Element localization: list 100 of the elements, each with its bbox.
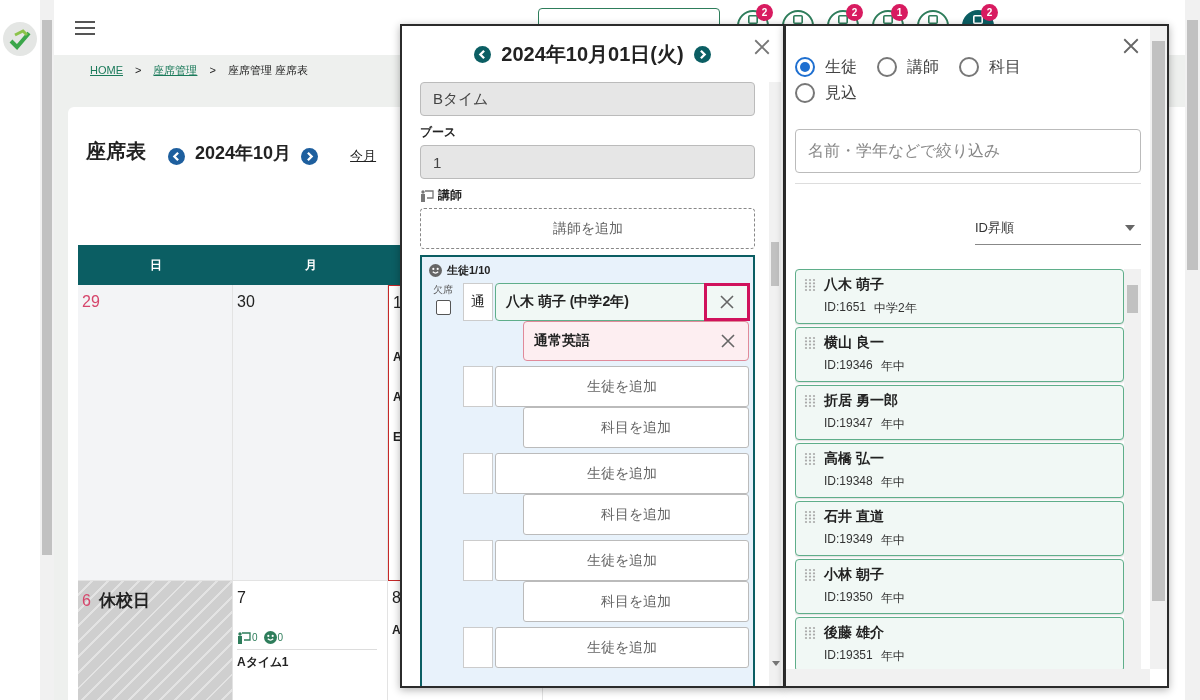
drag-handle-icon[interactable]: [804, 626, 816, 640]
subject-chip[interactable]: 通常英語: [523, 321, 749, 361]
add-teacher-button[interactable]: 講師を追加: [420, 208, 755, 249]
month-label: 2024年10月: [195, 142, 292, 165]
radio-button[interactable]: [795, 57, 815, 77]
time-slot-field[interactable]: Bタイム: [420, 82, 755, 116]
slot-text: A: [392, 623, 402, 637]
drag-handle-icon[interactable]: [804, 394, 816, 408]
dropdown-arrow-icon: [1125, 225, 1135, 231]
radio-button[interactable]: [959, 57, 979, 77]
day-number: 30: [237, 293, 255, 311]
drag-handle-icon[interactable]: [804, 278, 816, 292]
field-label: ブース: [420, 124, 457, 141]
student-card[interactable]: 石井 直道 ID:19349 年中: [795, 501, 1124, 556]
slot-text: E: [393, 430, 402, 444]
drag-handle-icon[interactable]: [804, 336, 816, 350]
breadcrumb-current: 座席管理 座席表: [227, 62, 308, 78]
calendar-cell[interactable]: 30: [233, 285, 388, 581]
radio-label[interactable]: 生徒: [825, 56, 857, 78]
add-subject-button[interactable]: 科目を追加: [523, 407, 749, 448]
student-name: 折居 勇一郎: [824, 392, 898, 410]
count-badge: 2: [756, 4, 773, 21]
count-badge: 1: [891, 4, 908, 21]
seat-type-box: [463, 453, 493, 494]
this-month-link[interactable]: 今月: [350, 147, 377, 165]
student-grade: 年中: [880, 590, 905, 607]
search-field[interactable]: 名前・学年などで絞り込み: [795, 129, 1141, 173]
student-name: 石井 直道: [824, 508, 884, 526]
seat-type-box: [463, 366, 493, 407]
add-subject-button[interactable]: 科目を追加: [523, 581, 749, 622]
radio-label[interactable]: 見込: [825, 82, 857, 104]
student-grade: 年中: [880, 648, 905, 665]
student-grade: 年中: [880, 474, 905, 491]
menu-icon[interactable]: [74, 19, 96, 36]
student-card[interactable]: 小林 朝子 ID:19350 年中: [795, 559, 1124, 614]
add-subject-button[interactable]: 科目を追加: [523, 494, 749, 535]
sort-dropdown[interactable]: ID昇順: [975, 212, 1141, 245]
scrollbar-thumb[interactable]: [1127, 285, 1138, 313]
radio-label[interactable]: 講師: [907, 56, 939, 78]
radio-button[interactable]: [877, 57, 897, 77]
student-id: ID:19350: [824, 590, 873, 606]
scrollbar-thumb[interactable]: [771, 242, 779, 286]
previous-icon[interactable]: [168, 148, 185, 165]
logo-icon[interactable]: [3, 22, 37, 56]
scrollbar-thumb[interactable]: [1152, 41, 1165, 601]
day-number: 29: [82, 293, 100, 311]
booth-field[interactable]: 1: [420, 145, 755, 179]
radio-label[interactable]: 科目: [989, 56, 1021, 78]
date-title: 2024年10月01日(火): [501, 41, 684, 67]
student-name: 八木 萌子 (中学2年): [506, 293, 629, 311]
next-icon[interactable]: [301, 148, 319, 165]
day-number: 1: [393, 294, 402, 312]
student-card[interactable]: 後藤 雄介 ID:19351 年中: [795, 617, 1124, 669]
add-student-button[interactable]: 生徒を追加: [495, 366, 749, 407]
student-card[interactable]: 折居 勇一郎 ID:19347 年中: [795, 385, 1124, 440]
calendar-cell[interactable]: 29: [78, 285, 233, 581]
previous-icon[interactable]: [474, 45, 492, 63]
count-badge: 2: [981, 4, 998, 21]
remove-button[interactable]: [704, 283, 750, 321]
absent-checkbox[interactable]: [435, 300, 451, 315]
count-badge: 2: [846, 4, 863, 21]
down-arrow-icon[interactable]: [772, 661, 780, 666]
horizontal-scrollbar[interactable]: [786, 669, 1150, 686]
drag-handle-icon[interactable]: [804, 452, 816, 466]
drag-handle-icon[interactable]: [804, 568, 816, 582]
add-student-button[interactable]: 生徒を追加: [495, 540, 749, 581]
next-icon[interactable]: [693, 45, 711, 63]
holiday-label: 休校日: [98, 590, 150, 612]
field-label: 講師: [438, 187, 462, 204]
scrollbar[interactable]: [769, 82, 781, 686]
student-card[interactable]: 横山 良一 ID:19346 年中: [795, 327, 1124, 382]
seat-type-box: [463, 540, 493, 581]
student-card[interactable]: 八木 萌子 ID:1651 中学2年: [795, 269, 1124, 324]
teacher-icon: [420, 189, 434, 202]
close-icon[interactable]: [1122, 37, 1140, 55]
drag-handle-icon[interactable]: [804, 510, 816, 524]
absent-label: 欠席: [433, 283, 453, 297]
close-icon[interactable]: [720, 333, 736, 349]
breadcrumb-link[interactable]: 座席管理: [153, 62, 198, 78]
section-label: 生徒1/10: [447, 263, 491, 278]
calendar-cell[interactable]: 6 休校日: [78, 581, 233, 700]
student-count: 0: [277, 632, 284, 643]
add-student-button[interactable]: 生徒を追加: [495, 627, 749, 668]
student-card[interactable]: 高橋 弘一 ID:19348 年中: [795, 443, 1124, 498]
student-id: ID:19348: [824, 474, 873, 490]
weekday-header: 月: [233, 245, 388, 285]
scrollbar[interactable]: [1124, 269, 1141, 669]
teacher-count: 0: [252, 632, 258, 643]
student-grade: 中学2年: [874, 300, 917, 317]
student-chip[interactable]: 八木 萌子 (中学2年): [495, 283, 749, 321]
breadcrumb-link[interactable]: HOME: [90, 64, 123, 76]
student-id: ID:1651: [824, 300, 867, 316]
scrollbar-thumb[interactable]: [42, 20, 52, 555]
radio-button[interactable]: [795, 83, 815, 103]
add-student-button[interactable]: 生徒を追加: [495, 453, 749, 494]
student-id: ID:19347: [824, 416, 873, 432]
scrollbar-thumb[interactable]: [1187, 20, 1198, 270]
close-icon[interactable]: [753, 38, 771, 56]
scrollbar[interactable]: [1150, 26, 1167, 669]
day-number: 6: [82, 592, 91, 610]
